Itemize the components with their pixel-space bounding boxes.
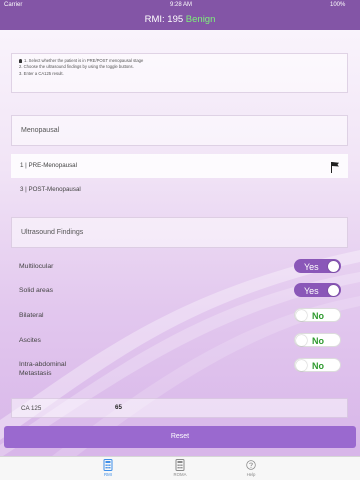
toggle-knob — [328, 261, 339, 272]
calculator-icon — [175, 459, 185, 471]
status-bar: Carrier 9:28 AM 100% — [0, 0, 360, 10]
tab-help[interactable]: Help — [231, 459, 271, 480]
ca125-input[interactable]: 65 — [115, 404, 122, 411]
toggle-solid-areas[interactable]: Yes — [294, 283, 341, 297]
nav-bar: RMI: 195 Benign — [0, 10, 360, 30]
toggle-value: No — [312, 336, 324, 346]
option-label: 3 | POST-Menopausal — [20, 186, 81, 193]
clock: 9:28 AM — [170, 2, 193, 8]
finding-label-solid-areas: Solid areas — [19, 287, 54, 294]
rmi-icon — [103, 459, 113, 471]
toggle-value: Yes — [304, 286, 319, 296]
ca125-row: CA 125 65 — [11, 398, 348, 418]
instruction-step-3: 3. Enter a CA125 result. — [19, 70, 64, 76]
toggle-knob — [296, 310, 307, 321]
tab-bar: RMI ROMA Help — [0, 456, 360, 480]
toggle-intra-abdominal-metastasis[interactable]: No — [294, 358, 341, 372]
option-post-menopausal[interactable]: 3 | POST-Menopausal — [11, 178, 348, 202]
flag-icon — [330, 162, 340, 174]
battery-label: 100% — [330, 2, 346, 8]
ultrasound-section-header: Ultrasound Findings — [11, 217, 348, 248]
help-icon — [246, 460, 256, 470]
finding-label-bilateral: Bilateral — [19, 312, 44, 319]
instructions-card: 1. Select whether the patient is in PRE/… — [11, 53, 348, 93]
toggle-ascites[interactable]: No — [294, 333, 341, 347]
rmi-status-label: Benign — [185, 14, 216, 25]
option-label: 1 | PRE-Menopausal — [20, 162, 77, 169]
tab-label: Help — [246, 472, 256, 477]
toggle-bilateral[interactable]: No — [294, 308, 341, 322]
toggle-value: No — [312, 361, 324, 371]
ultrasound-title: Ultrasound Findings — [21, 229, 84, 236]
ca125-label: CA 125 — [21, 405, 42, 412]
toggle-knob — [296, 360, 307, 371]
carrier-label: Carrier — [4, 2, 23, 8]
toggle-value: Yes — [304, 262, 319, 272]
tab-label: ROMA — [173, 472, 187, 477]
tab-label: RMI — [104, 472, 112, 477]
reset-button[interactable]: Reset — [4, 426, 356, 448]
menopausal-section-header: Menopausal — [11, 115, 348, 146]
toggle-multilocular[interactable]: Yes — [294, 259, 341, 273]
rmi-score-title: RMI: 195 — [144, 14, 184, 25]
finding-label-ascites: Ascites — [19, 337, 41, 344]
finding-label-multilocular: Multilocular — [19, 263, 54, 270]
toggle-knob — [328, 285, 339, 296]
menopausal-title: Menopausal — [21, 127, 60, 134]
toggle-knob — [296, 335, 307, 346]
tab-rmi[interactable]: RMI — [88, 459, 128, 480]
lightbulb-icon — [19, 59, 22, 63]
toggle-value: No — [312, 311, 324, 321]
tab-roma[interactable]: ROMA — [160, 459, 200, 480]
option-pre-menopausal[interactable]: 1 | PRE-Menopausal — [11, 154, 348, 178]
finding-label-intra-abdominal-metastasis: Intra-abdominal Metastasis — [19, 361, 67, 377]
